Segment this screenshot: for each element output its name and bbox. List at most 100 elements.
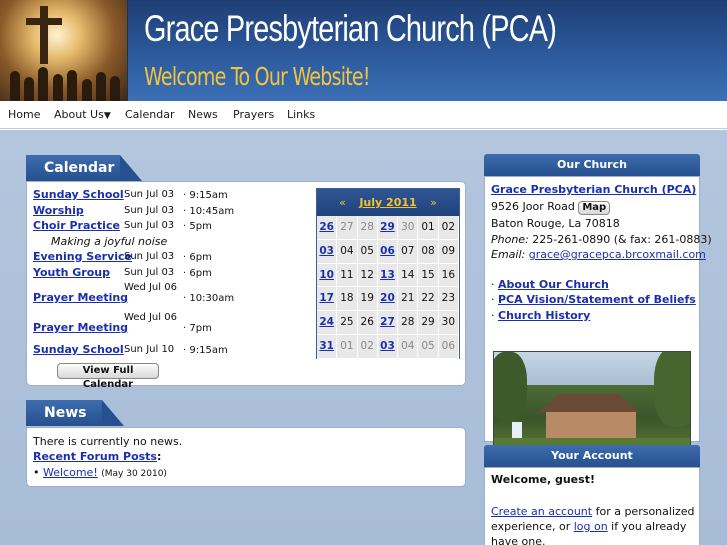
calendar-day: 22 — [418, 287, 439, 312]
our-church-heading: Our Church — [484, 154, 700, 176]
nav-prayers[interactable]: Prayers — [233, 108, 274, 121]
calendar-day: 14 — [398, 263, 419, 288]
calendar-panel: Sunday School Sun Jul 03 · 9:15am Worship Su… — [26, 181, 466, 390]
calendar-day: 16 — [438, 263, 459, 288]
email-line: Email: grace@gracepca.brcoxmail.com — [491, 248, 706, 261]
recent-forum-posts-link[interactable]: Recent Forum Posts — [33, 450, 157, 463]
calendar-day: 05 — [418, 334, 439, 359]
church-link[interactable]: PCA Vision/Statement of Beliefs — [498, 293, 696, 306]
event-time: · 6pm — [183, 252, 212, 263]
current-month-link[interactable]: July 2011 — [359, 196, 416, 209]
your-account-panel: Welcome, guest! Create an account for a … — [484, 467, 700, 545]
chevron-down-icon: ▼ — [103, 111, 111, 121]
calendar-day[interactable]: 03 — [317, 239, 338, 264]
event-name-link[interactable]: Prayer Meeting — [33, 291, 128, 304]
nav-calendar[interactable]: Calendar — [125, 108, 174, 121]
prev-month-button[interactable]: « — [339, 196, 346, 209]
map-button[interactable]: Map — [578, 201, 611, 215]
event-name-link[interactable]: Prayer Meeting — [33, 321, 128, 334]
calendar-day: 12 — [357, 263, 378, 288]
calendar-day: 26 — [357, 311, 378, 335]
event-name-link[interactable]: Choir Practice — [33, 219, 120, 232]
calendar-day: 02 — [438, 216, 459, 240]
our-church-panel: Grace Presbyterian Church (PCA) 9526 Joo… — [484, 176, 712, 463]
calendar-day[interactable]: 31 — [317, 334, 338, 359]
event-time: · 10:45am — [183, 206, 235, 217]
event-time: · 9:15am — [183, 190, 228, 201]
email-link[interactable]: grace@gracepca.brcoxmail.com — [529, 248, 706, 261]
nav-home[interactable]: Home — [8, 108, 40, 121]
calendar-day[interactable]: 26 — [317, 216, 338, 240]
mini-calendar-grid: 26 27 28 29 30 01 02 03 04 05 06 07 08 09 10 11 12 13 14 15… — [317, 216, 459, 359]
create-account-link[interactable]: Create an account — [491, 505, 592, 518]
nav-about-us[interactable]: About Us▼ — [54, 108, 111, 121]
calendar-day: 05 — [357, 239, 378, 264]
event-date: Sun Jul 03 — [124, 251, 175, 262]
header-cross-image — [0, 0, 128, 101]
event-time: · 10:30am — [183, 293, 235, 304]
calendar-day[interactable]: 06 — [377, 239, 399, 264]
calendar-day: 28 — [398, 311, 419, 335]
calendar-tab: Calendar — [26, 155, 142, 181]
calendar-day[interactable]: 10 — [317, 263, 338, 288]
calendar-day[interactable]: 27 — [377, 311, 399, 335]
calendar-day[interactable]: 29 — [377, 216, 399, 240]
phone-line: Phone: 225-261-0890 (& fax: 261-0883) — [491, 233, 712, 246]
event-time: · 7pm — [183, 323, 212, 334]
calendar-day: 15 — [418, 263, 439, 288]
nav-about-label: About Us — [54, 108, 104, 121]
mini-calendar: « July 2011 » 26 27 28 29 30 01 02 03 04 05 06 07 08… — [316, 188, 460, 359]
calendar-day: 04 — [398, 334, 419, 359]
calendar-day: 18 — [337, 287, 358, 312]
calendar-day[interactable]: 17 — [317, 287, 338, 312]
event-time: · 5pm — [183, 221, 212, 232]
calendar-day: 01 — [418, 216, 439, 240]
calendar-day: 11 — [337, 263, 358, 288]
church-link[interactable]: Church History — [498, 309, 590, 322]
calendar-day: 30 — [438, 311, 459, 335]
calendar-day: 09 — [438, 239, 459, 264]
calendar-day: 19 — [357, 287, 378, 312]
phone-number: 225-261-0890 (& fax: 261-0883) — [532, 233, 712, 246]
event-name-link[interactable]: Sunday School — [33, 188, 124, 201]
event-date: Sun Jul 03 — [124, 205, 175, 216]
calendar-day: 02 — [357, 334, 378, 359]
city-state-zip: Baton Rouge, La 70818 — [491, 217, 620, 230]
church-link-item: · PCA Vision/Statement of Beliefs — [491, 293, 696, 306]
calendar-day[interactable]: 20 — [377, 287, 399, 312]
calendar-day: 08 — [418, 239, 439, 264]
main-nav: Home About Us▼ Calendar News Prayers Lin… — [0, 101, 727, 129]
view-full-calendar-button[interactable]: View Full Calendar — [57, 363, 159, 390]
church-link-item: · About Our Church — [491, 278, 609, 291]
calendar-day: 27 — [337, 216, 358, 240]
calendar-day: 25 — [337, 311, 358, 335]
log-on-link[interactable]: log on — [574, 520, 608, 533]
event-name-link[interactable]: Worship — [33, 204, 84, 217]
calendar-day[interactable]: 24 — [317, 311, 338, 335]
forum-post-item: • Welcome! (May 30 2010) — [33, 466, 167, 479]
site-subtitle: Welcome To Our Website! — [144, 62, 370, 91]
event-date: Wed Jul 06 — [124, 312, 177, 323]
nav-links[interactable]: Links — [287, 108, 315, 121]
your-account-heading: Your Account — [484, 445, 700, 467]
event-date: Sun Jul 03 — [124, 220, 175, 231]
calendar-day: 28 — [357, 216, 378, 240]
street-address: 9526 Joor Road Map — [491, 200, 611, 215]
event-date: Sun Jul 10 — [124, 344, 175, 355]
calendar-day[interactable]: 13 — [377, 263, 399, 288]
event-name-link[interactable]: Youth Group — [33, 266, 110, 279]
next-month-button[interactable]: » — [430, 196, 437, 209]
event-name-link[interactable]: Evening Service — [33, 250, 132, 263]
news-tab: News — [26, 400, 124, 426]
phone-label: Phone: — [491, 233, 529, 246]
forum-post-link[interactable]: Welcome! — [43, 466, 98, 479]
calendar-day: 01 — [337, 334, 358, 359]
church-link[interactable]: About Our Church — [498, 278, 609, 291]
forum-post-date: (May 30 2010) — [101, 469, 167, 479]
calendar-day[interactable]: 03 — [377, 334, 399, 359]
church-name-link[interactable]: Grace Presbyterian Church (PCA) — [491, 183, 696, 196]
nav-news[interactable]: News — [188, 108, 218, 121]
calendar-day: 21 — [398, 287, 419, 312]
event-time: · 6pm — [183, 268, 212, 279]
event-name-link[interactable]: Sunday School — [33, 343, 124, 356]
